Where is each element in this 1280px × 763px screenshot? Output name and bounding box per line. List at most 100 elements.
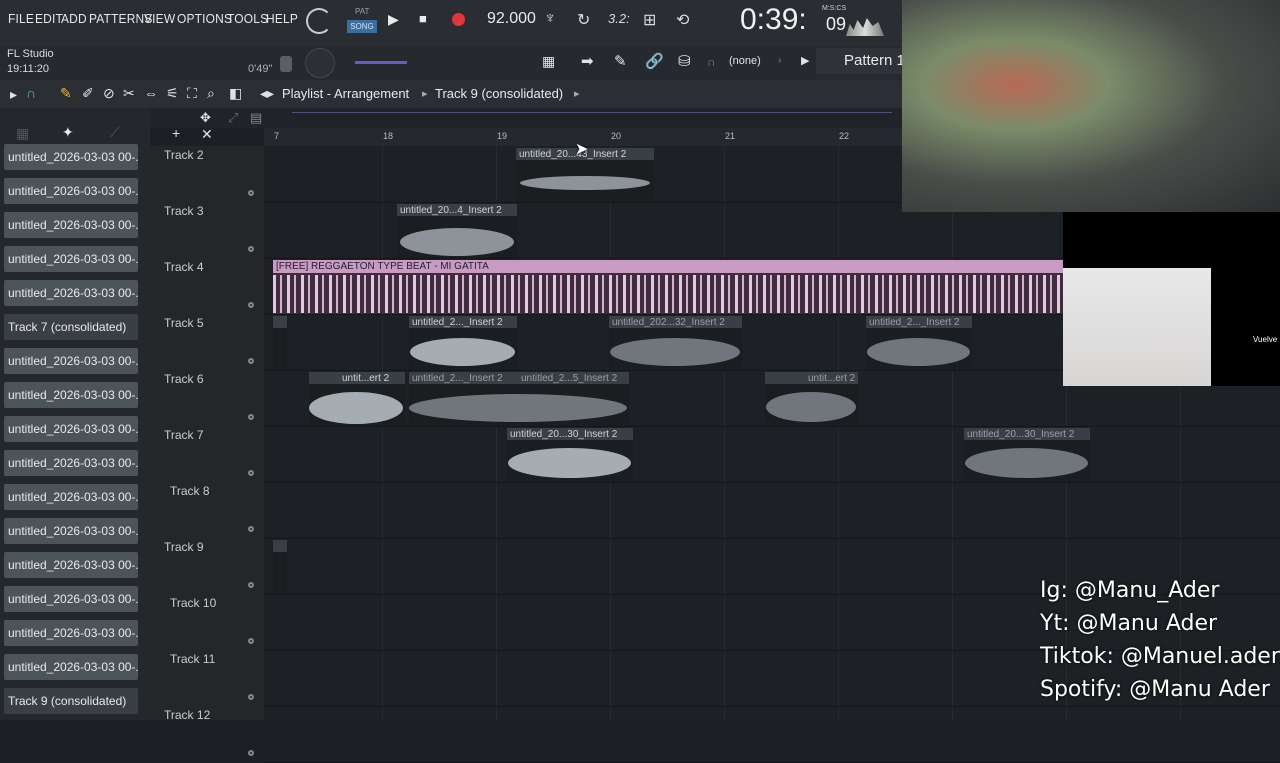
- link-icon[interactable]: 🔗: [645, 52, 664, 70]
- output-selector[interactable]: (none): [729, 55, 761, 67]
- track-mute-toggle[interactable]: [248, 526, 254, 532]
- track-label[interactable]: Track 8: [170, 484, 210, 498]
- pat-label[interactable]: PAT: [355, 7, 369, 16]
- grid-line: [724, 146, 725, 720]
- delete-tool-icon[interactable]: ⊘: [103, 85, 115, 102]
- grid-line: [952, 146, 953, 720]
- slip-tool-icon[interactable]: ⇔: [144, 85, 158, 101]
- pattern-item[interactable]: untitled_2026-03-03 00-...: [4, 450, 138, 476]
- pattern-item[interactable]: untitled_2026-03-03 00-...: [4, 518, 138, 544]
- tempo-display[interactable]: 92.000: [487, 10, 536, 28]
- zoom-tool-icon[interactable]: ⌕: [207, 85, 215, 102]
- track-mute-toggle[interactable]: [248, 302, 254, 308]
- menu-view[interactable]: VIEW: [144, 11, 175, 26]
- piano-roll-icon[interactable]: ▦: [542, 53, 555, 70]
- menu-edit[interactable]: EDIT: [35, 11, 63, 26]
- playlist-menu-icon[interactable]: ▸: [10, 86, 17, 103]
- track-label[interactable]: Track 4: [164, 260, 204, 274]
- stop-icon[interactable]: ■: [419, 11, 427, 26]
- track-mute-toggle[interactable]: [248, 358, 254, 364]
- pattern-item[interactable]: untitled_2026-03-03 00-...: [4, 246, 138, 272]
- scroll-overview-bar[interactable]: [292, 112, 892, 113]
- pattern-item[interactable]: untitled_2026-03-03 00-...: [4, 620, 138, 646]
- clip-title: untitled_20...30_Insert 2: [967, 429, 1075, 440]
- pattern-item[interactable]: untitled_2026-03-03 00-...: [4, 484, 138, 510]
- mixer-icon[interactable]: ⛁: [678, 52, 691, 70]
- pattern-item[interactable]: untitled_2026-03-03 00-...: [4, 280, 138, 306]
- clip-title: untitled_202...32_Insert 2: [612, 317, 725, 328]
- playlist-arrows-icon[interactable]: ◂▸: [260, 85, 274, 102]
- track-label[interactable]: Track 7: [164, 428, 204, 442]
- loop-record-icon[interactable]: ⟲: [676, 10, 689, 30]
- pattern-item[interactable]: untitled_2026-03-03 00-...: [4, 212, 138, 238]
- pattern-item[interactable]: untitled_2026-03-03 00-...: [4, 348, 138, 374]
- pattern-item[interactable]: Track 7 (consolidated): [4, 314, 138, 340]
- track-label[interactable]: Track 10: [170, 596, 216, 610]
- arrow-right-icon[interactable]: ➡: [581, 52, 594, 70]
- menu-tools[interactable]: TOOLS: [227, 11, 268, 26]
- play-icon[interactable]: ▶: [388, 11, 399, 28]
- track-mute-toggle[interactable]: [248, 190, 254, 196]
- play-pattern-icon[interactable]: ▶: [801, 54, 809, 67]
- track-mute-toggle[interactable]: [248, 694, 254, 700]
- ruler-label: 21: [725, 131, 736, 141]
- menu-file[interactable]: FILE: [8, 11, 34, 26]
- picker-automation-icon[interactable]: ⟋: [110, 124, 120, 141]
- track-label[interactable]: Track 6: [164, 372, 204, 386]
- audio-clip[interactable]: [273, 316, 287, 370]
- master-pitch-slider[interactable]: [355, 61, 407, 64]
- mute-tool-icon[interactable]: ✂: [123, 85, 135, 102]
- track-mute-toggle[interactable]: [248, 414, 254, 420]
- step-edit-icon[interactable]: ⊞: [643, 10, 656, 30]
- track-mute-toggle[interactable]: [248, 246, 254, 252]
- paint-tool-icon[interactable]: ✐: [82, 85, 94, 102]
- menu-add[interactable]: ADD: [61, 11, 87, 26]
- pattern-item[interactable]: untitled_2026-03-03 00-...: [4, 416, 138, 442]
- pattern-item[interactable]: untitled_2026-03-03 00-...: [4, 654, 138, 680]
- track-mute-toggle[interactable]: [248, 750, 254, 756]
- slice-tool-icon[interactable]: ⚟: [166, 85, 179, 102]
- track-label[interactable]: Track 3: [164, 204, 204, 218]
- pattern-item[interactable]: untitled_2026-03-03 00-...: [4, 382, 138, 408]
- wait-icon[interactable]: ↻: [577, 10, 590, 30]
- track-label[interactable]: Track 5: [164, 316, 204, 330]
- social-instagram: Ig: @Manu_Ader: [1040, 578, 1220, 603]
- record-icon[interactable]: [452, 13, 465, 26]
- track-label[interactable]: Track 2: [164, 148, 204, 162]
- playlist-title: Playlist - Arrangement: [282, 86, 410, 101]
- playback-tool-icon[interactable]: ◧: [229, 85, 242, 102]
- picker-patterns-icon[interactable]: ▦: [16, 125, 29, 142]
- pattern-item[interactable]: untitled_2026-03-03 00-...: [4, 144, 138, 170]
- grid-icon[interactable]: ▤: [250, 110, 262, 126]
- track-mute-toggle[interactable]: [248, 582, 254, 588]
- menu-patterns[interactable]: PATTERNS: [89, 11, 152, 26]
- master-volume-knob[interactable]: [305, 48, 335, 78]
- select-tool-icon[interactable]: ⛶: [187, 85, 197, 102]
- pattern-item[interactable]: Track 9 (consolidated): [4, 688, 138, 714]
- audio-clip[interactable]: [273, 540, 287, 594]
- magnet-snap-icon[interactable]: ∩: [26, 85, 36, 101]
- pattern-item[interactable]: untitled_2026-03-03 00-...: [4, 552, 138, 578]
- song-mode-button[interactable]: SONG: [347, 20, 377, 33]
- plugin-picker-icon[interactable]: ✎: [614, 52, 627, 70]
- menu-help[interactable]: HELP: [266, 11, 298, 26]
- breadcrumb-chevron-icon[interactable]: ▸: [574, 87, 580, 100]
- ruler-label: 19: [497, 131, 508, 141]
- headphones-icon: ∩: [707, 55, 716, 69]
- track-mute-toggle[interactable]: [248, 470, 254, 476]
- menu-options[interactable]: OPTIONS: [177, 11, 232, 26]
- clip-waveform: [520, 176, 650, 190]
- track-mute-toggle[interactable]: [248, 638, 254, 644]
- draw-tool-icon[interactable]: ✎: [60, 85, 72, 102]
- breadcrumb[interactable]: Track 9 (consolidated): [435, 86, 563, 101]
- close-icon[interactable]: ✕: [201, 126, 213, 143]
- pattern-item[interactable]: untitled_2026-03-03 00-...: [4, 178, 138, 204]
- picker-audio-icon[interactable]: ✦: [62, 124, 74, 141]
- chevron-right-icon[interactable]: ›: [778, 55, 781, 66]
- pattern-item[interactable]: untitled_2026-03-03 00-...: [4, 586, 138, 612]
- snap-icon[interactable]: ✥: [200, 110, 211, 126]
- track-label[interactable]: Track 9: [164, 540, 204, 554]
- track-label[interactable]: Track 11: [170, 652, 215, 666]
- metronome-icon[interactable]: ♆: [544, 10, 556, 28]
- add-track-icon[interactable]: +: [172, 125, 180, 141]
